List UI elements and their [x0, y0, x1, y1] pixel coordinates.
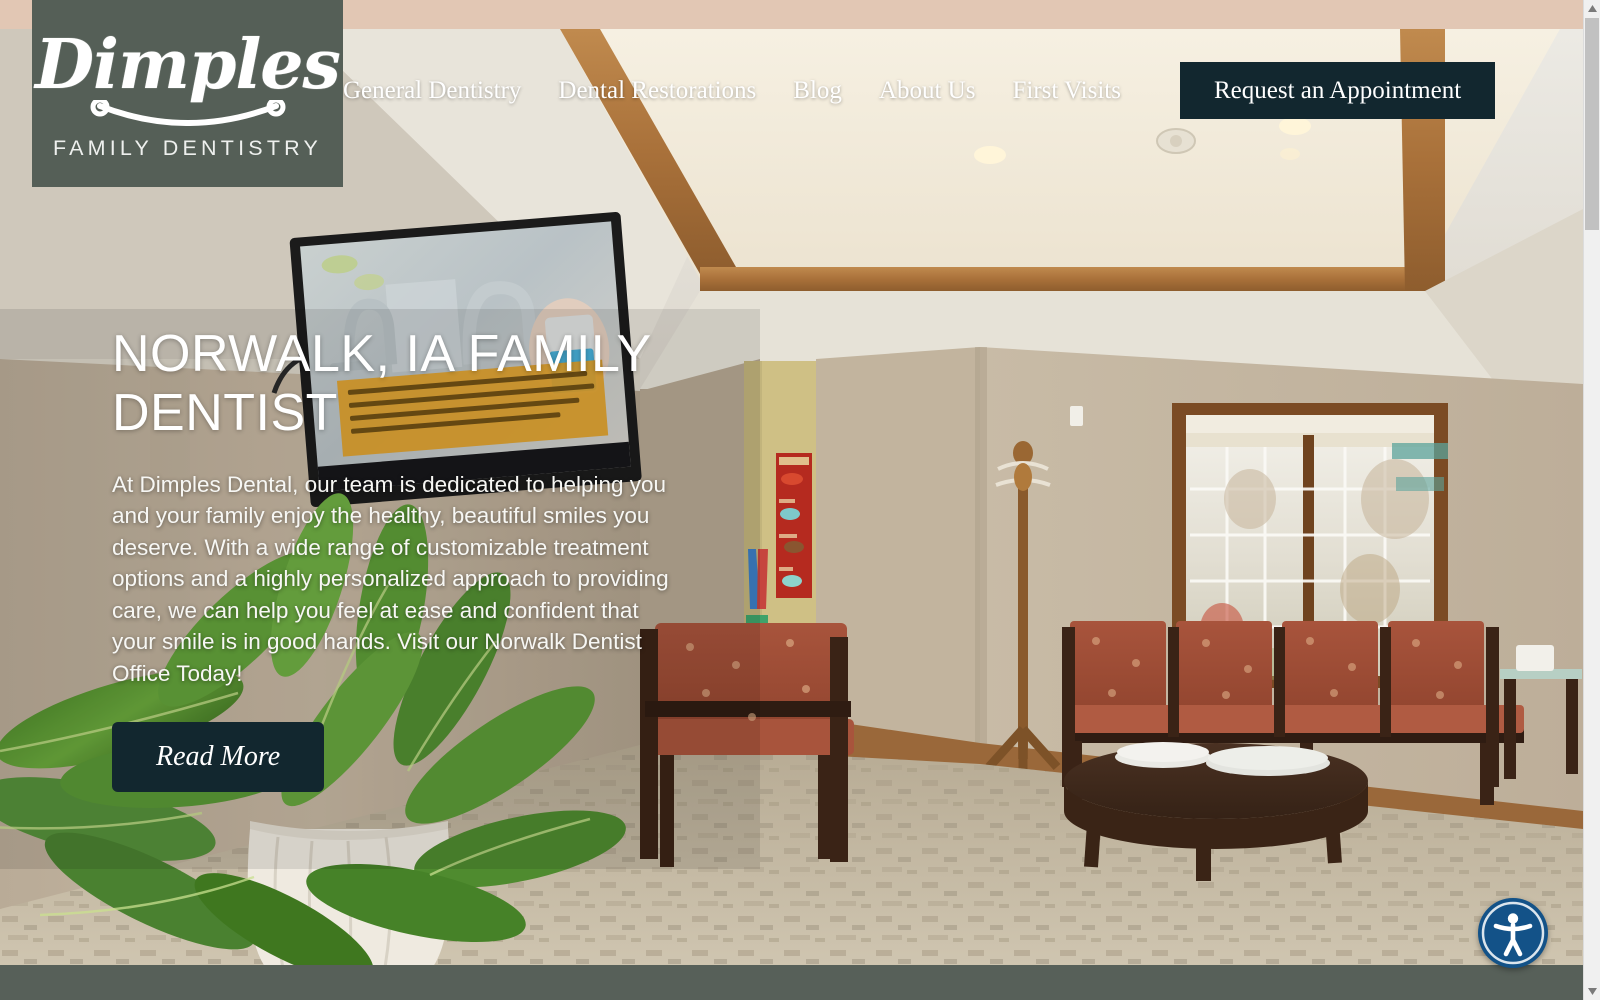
- logo-tagline: FAMILY DENTISTRY: [52, 135, 323, 160]
- scrollbar-up-arrow[interactable]: [1584, 0, 1600, 17]
- nav-item-blog[interactable]: Blog: [793, 78, 842, 103]
- scrollbar-down-arrow[interactable]: [1584, 983, 1600, 1000]
- scrollbar-thumb[interactable]: [1585, 18, 1599, 230]
- smile-swoosh-icon: [90, 99, 285, 126]
- page-title: NORWALK, IA FAMILY DENTIST: [112, 325, 651, 442]
- nav-item-general-dentistry[interactable]: General Dentistry: [343, 78, 521, 103]
- hero-content: NORWALK, IA FAMILY DENTIST At Dimples De…: [112, 325, 687, 792]
- site-logo[interactable]: Dimples FAMILY DENTISTRY: [32, 0, 343, 187]
- hero-description: At Dimples Dental, our team is dedicated…: [112, 471, 669, 686]
- main-navigation: General Dentistry Dental Restorations Bl…: [343, 62, 1496, 119]
- footer-strip: [0, 965, 1583, 1000]
- logo-wordmark: Dimples: [35, 24, 341, 105]
- page-scrollbar[interactable]: [1583, 0, 1600, 1000]
- nav-item-about-us[interactable]: About Us: [879, 78, 976, 103]
- accessibility-person-icon: [1481, 901, 1545, 965]
- accessibility-widget-button[interactable]: [1478, 898, 1548, 968]
- nav-item-first-visits[interactable]: First Visits: [1012, 78, 1121, 103]
- read-more-button[interactable]: Read More: [112, 722, 325, 792]
- request-appointment-button[interactable]: Request an Appointment: [1179, 62, 1496, 119]
- nav-item-dental-restorations[interactable]: Dental Restorations: [558, 78, 756, 103]
- browser-viewport: Dimples FAMILY DENTISTRY General Dentist…: [0, 0, 1583, 1000]
